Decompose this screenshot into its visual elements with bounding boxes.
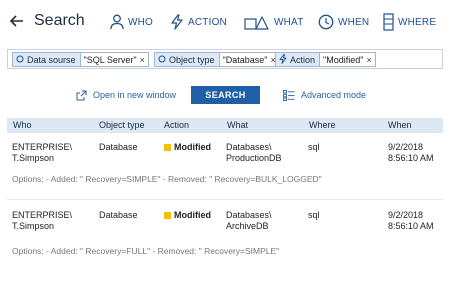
filter-value-label: "Database": [222, 54, 268, 65]
results-table-header: Who Object type Action What Where When: [7, 118, 443, 133]
shapes-icon: [244, 14, 270, 30]
when-time: 8:56:10 AM: [388, 153, 434, 163]
page-title: Search: [34, 12, 85, 29]
filter-chip-value: "SQL Server" ×: [80, 52, 149, 67]
top-bar: Search WHO ACTION WHAT WHEN WHERE: [0, 0, 450, 42]
actions-bar: Open in new window SEARCH Advanced mode: [0, 86, 450, 104]
tab-who[interactable]: WHO: [110, 12, 153, 32]
what-path: Databases\: [226, 210, 272, 220]
what-path: Databases\: [226, 142, 272, 152]
search-button[interactable]: SEARCH: [191, 86, 260, 104]
column-header-action[interactable]: Action: [164, 120, 189, 130]
who-domain: ENTERPRISE\: [12, 210, 73, 220]
filter-chip-data-source[interactable]: Data sourse "SQL Server" ×: [12, 52, 149, 67]
cell-object-type: Database: [99, 210, 138, 220]
tab-what[interactable]: WHAT: [244, 12, 304, 32]
column-header-where[interactable]: Where: [309, 120, 336, 130]
when-date: 9/2/2018: [388, 210, 424, 220]
modified-marker-icon: [164, 144, 171, 151]
column-header-who[interactable]: Who: [13, 120, 32, 130]
advanced-mode-link[interactable]: Advanced mode: [283, 86, 366, 104]
tab-when[interactable]: WHEN: [318, 12, 369, 32]
cell-what: Databases\ ArchiveDB: [226, 210, 272, 232]
server-icon: [383, 13, 394, 31]
filter-chip-object-type[interactable]: Object type "Database" ×: [154, 52, 280, 67]
column-header-when[interactable]: When: [388, 120, 412, 130]
external-link-icon: [76, 90, 93, 101]
cell-who: ENTERPRISE\ T.Simpson: [12, 142, 72, 164]
action-label: Modified: [174, 210, 211, 220]
tab-who-label: WHO: [128, 16, 154, 28]
open-new-window-label: Open in new window: [93, 90, 177, 100]
clock-icon: [318, 14, 334, 30]
cell-when: 9/2/2018 8:56:10 AM: [388, 142, 434, 164]
what-name: ProductionDB: [226, 153, 282, 163]
remove-filter-icon[interactable]: ×: [366, 55, 371, 65]
tab-action-label: ACTION: [188, 16, 227, 28]
cell-where: sql: [308, 142, 320, 152]
lightning-icon: [170, 14, 184, 30]
who-user: T.Simpson: [12, 153, 55, 163]
cell-action: Modified: [164, 142, 211, 153]
who-user: T.Simpson: [12, 221, 55, 231]
person-icon: [110, 14, 124, 30]
cell-action: Modified: [164, 210, 211, 221]
circle-icon: [158, 55, 166, 65]
open-new-window-link[interactable]: Open in new window: [76, 86, 176, 104]
row-divider: [7, 199, 443, 200]
filter-chip-value: "Database" ×: [219, 52, 280, 67]
remove-filter-icon[interactable]: ×: [140, 55, 145, 65]
cell-when: 9/2/2018 8:56:10 AM: [388, 210, 434, 232]
back-arrow-icon[interactable]: [10, 14, 24, 28]
lightning-icon: [279, 53, 287, 66]
who-domain: ENTERPRISE\: [12, 142, 73, 152]
filter-chip-key: Data sourse: [12, 52, 81, 67]
row-options-text: Options: - Added: " Recovery=SIMPLE" - R…: [12, 174, 322, 184]
filter-value-label: "Modified": [323, 54, 364, 65]
filter-key-label: Action: [290, 54, 316, 65]
tab-where[interactable]: WHERE: [383, 12, 436, 32]
filter-chip-action[interactable]: Action "Modified" ×: [275, 52, 376, 67]
cell-what: Databases\ ProductionDB: [226, 142, 282, 164]
tab-when-label: WHEN: [338, 16, 370, 28]
filter-chip-key: Action: [275, 52, 321, 67]
what-name: ArchiveDB: [226, 221, 269, 231]
filter-chip-key: Object type: [154, 52, 220, 67]
filter-value-label: "SQL Server": [83, 54, 137, 65]
tab-what-label: WHAT: [274, 16, 304, 28]
cell-object-type: Database: [99, 142, 138, 152]
filter-key-label: Object type: [169, 54, 215, 65]
column-header-object-type[interactable]: Object type: [99, 120, 145, 130]
action-label: Modified: [174, 142, 211, 152]
cell-where: sql: [308, 210, 320, 220]
when-time: 8:56:10 AM: [388, 221, 434, 231]
tab-where-label: WHERE: [398, 16, 437, 28]
when-date: 9/2/2018: [388, 142, 424, 152]
advanced-mode-label: Advanced mode: [301, 90, 367, 100]
circle-icon: [16, 55, 24, 65]
tab-action[interactable]: ACTION: [170, 12, 227, 32]
row-options-text: Options: - Added: " Recovery=FULL" - Rem…: [12, 246, 280, 256]
filter-key-label: Data sourse: [27, 54, 76, 65]
cell-who: ENTERPRISE\ T.Simpson: [12, 210, 72, 232]
modified-marker-icon: [164, 212, 171, 219]
list-settings-icon: [283, 89, 301, 101]
column-header-what[interactable]: What: [227, 120, 248, 130]
filter-bar[interactable]: Data sourse "SQL Server" × Object type "…: [7, 49, 443, 69]
filter-chip-value: "Modified" ×: [320, 52, 376, 67]
